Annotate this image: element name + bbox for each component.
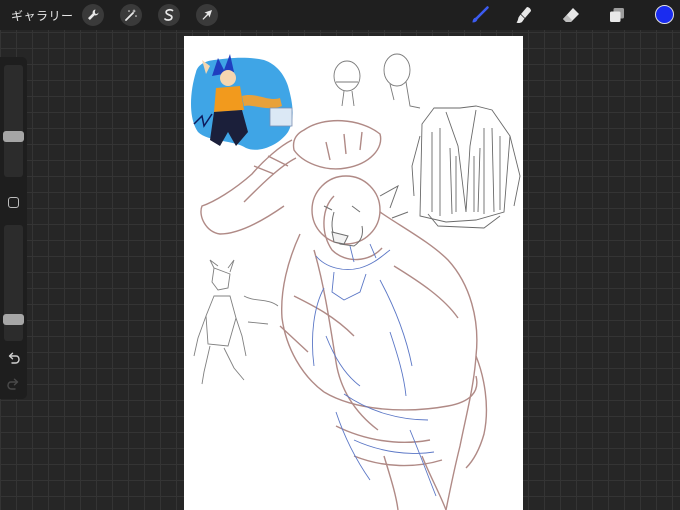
selection-button[interactable] bbox=[158, 4, 180, 26]
redo-button[interactable] bbox=[6, 377, 21, 392]
head-study-sketches bbox=[333, 53, 421, 109]
smudge-icon bbox=[516, 7, 531, 23]
smudge-tool-button[interactable] bbox=[512, 4, 536, 26]
opacity-thumb[interactable] bbox=[3, 314, 24, 326]
undo-button[interactable] bbox=[6, 351, 21, 366]
drawing-canvas[interactable] bbox=[184, 36, 523, 510]
gallery-button[interactable]: ギャラリー bbox=[11, 7, 74, 24]
top-toolbar: ギャラリー bbox=[0, 0, 680, 30]
brush-icon bbox=[472, 6, 489, 23]
brush-sidebar bbox=[0, 57, 27, 399]
colored-character-illustration bbox=[191, 54, 293, 150]
adjustments-button[interactable] bbox=[120, 4, 142, 26]
color-picker-button[interactable] bbox=[655, 5, 674, 24]
actions-button[interactable] bbox=[82, 4, 104, 26]
layers-icon bbox=[610, 8, 624, 22]
magic-wand-icon bbox=[125, 9, 137, 21]
wrench-icon bbox=[88, 9, 99, 20]
selection-s-icon bbox=[164, 8, 174, 21]
redo-icon bbox=[7, 378, 19, 390]
transform-button[interactable] bbox=[196, 4, 218, 26]
brush-size-thumb[interactable] bbox=[3, 130, 24, 142]
eraser-icon bbox=[563, 8, 579, 22]
brush-size-slider[interactable] bbox=[4, 65, 23, 177]
sketch-artwork bbox=[191, 53, 521, 510]
main-figure-brown-sketch bbox=[200, 120, 488, 510]
brush-tool-button[interactable] bbox=[468, 4, 492, 26]
modify-button[interactable] bbox=[8, 197, 19, 208]
layers-button[interactable] bbox=[605, 4, 629, 26]
vest-sketch bbox=[411, 105, 521, 229]
eraser-tool-button[interactable] bbox=[559, 4, 583, 26]
small-figure-sketch bbox=[193, 259, 279, 385]
undo-icon bbox=[8, 352, 20, 364]
arrow-cursor-icon bbox=[202, 10, 212, 20]
